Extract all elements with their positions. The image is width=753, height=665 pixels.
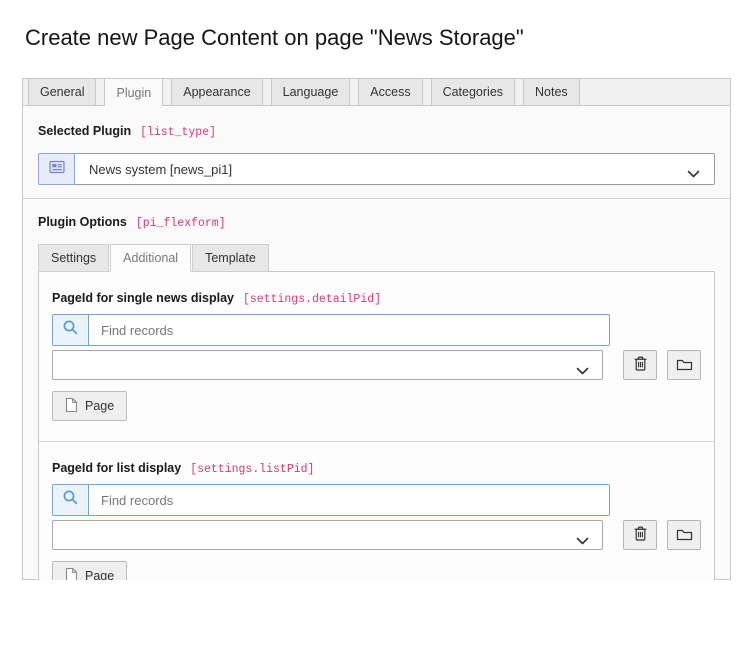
field-divider — [39, 441, 714, 442]
plugin-options-label: Plugin Options — [38, 215, 127, 229]
tab-categories[interactable]: Categories — [431, 78, 515, 105]
trash-icon — [633, 355, 648, 375]
selected-plugin-select[interactable]: News system [news_pi1] — [75, 153, 715, 185]
delete-record-button[interactable] — [623, 350, 657, 380]
list-pid-search-input[interactable] — [89, 485, 609, 515]
folder-icon — [676, 527, 693, 544]
tab-language[interactable]: Language — [271, 78, 351, 105]
flexform-tab-content: PageId for single news display [settings… — [38, 271, 715, 580]
content-form-panel: General Plugin Appearance Language Acces… — [22, 78, 731, 580]
flexform-tab-bar: Settings Additional Template — [38, 244, 715, 272]
selected-plugin-label: Selected Plugin — [38, 124, 131, 138]
newspaper-plugin-icon — [48, 158, 66, 181]
page-button[interactable]: Page — [52, 391, 127, 421]
list-pid-label: PageId for list display — [52, 461, 181, 475]
list-pid-record-select[interactable] — [52, 520, 603, 550]
field-group-detail-pid: PageId for single news display [settings… — [52, 291, 701, 421]
page-title: Create new Page Content on page "News St… — [25, 25, 753, 51]
subtab-settings[interactable]: Settings — [38, 244, 109, 272]
plugin-icon-addon — [38, 153, 75, 185]
search-icon — [62, 319, 79, 341]
chevron-down-icon — [576, 362, 589, 380]
page-button-label: Page — [85, 399, 114, 413]
detail-pid-field-code: [settings.detailPid] — [243, 293, 381, 306]
page-button-label: Page — [85, 569, 114, 580]
chevron-down-icon — [687, 166, 700, 181]
detail-pid-search-group — [52, 314, 610, 346]
tab-access[interactable]: Access — [358, 78, 422, 105]
browse-records-button[interactable] — [667, 350, 701, 380]
subtab-template[interactable]: Template — [192, 244, 269, 272]
page-button[interactable]: Page — [52, 561, 127, 580]
delete-record-button[interactable] — [623, 520, 657, 550]
tab-general[interactable]: General — [28, 78, 96, 105]
list-pid-select-row — [52, 520, 701, 550]
detail-pid-record-select[interactable] — [52, 350, 603, 380]
plugin-options-section: Plugin Options [pi_flexform] Settings Ad… — [23, 199, 730, 580]
tab-content-panel: Selected Plugin [list_type] — [22, 106, 731, 580]
plugin-options-field-code: [pi_flexform] — [136, 217, 226, 230]
trash-icon — [633, 525, 648, 545]
browse-records-button[interactable] — [667, 520, 701, 550]
tab-plugin[interactable]: Plugin — [104, 78, 163, 106]
folder-icon — [676, 357, 693, 374]
tab-appearance[interactable]: Appearance — [171, 78, 262, 105]
chevron-down-icon — [576, 532, 589, 550]
page-icon — [65, 567, 78, 581]
main-tab-bar: General Plugin Appearance Language Acces… — [22, 78, 731, 106]
list-pid-field-code: [settings.listPid] — [190, 463, 314, 476]
detail-pid-label: PageId for single news display — [52, 291, 234, 305]
search-icon-addon — [53, 315, 89, 345]
page-icon — [65, 397, 78, 416]
tab-notes[interactable]: Notes — [523, 78, 580, 105]
selected-plugin-section: Selected Plugin [list_type] — [23, 106, 730, 199]
search-icon — [62, 489, 79, 511]
search-icon-addon — [53, 485, 89, 515]
detail-pid-search-input[interactable] — [89, 315, 609, 345]
field-group-list-pid: PageId for list display [settings.listPi… — [52, 461, 701, 580]
selected-plugin-select-group: News system [news_pi1] — [38, 153, 715, 185]
selected-plugin-field-code: [list_type] — [140, 126, 216, 139]
list-pid-search-group — [52, 484, 610, 516]
subtab-additional[interactable]: Additional — [110, 244, 191, 272]
selected-plugin-value: News system [news_pi1] — [89, 162, 232, 177]
detail-pid-select-row — [52, 350, 701, 380]
